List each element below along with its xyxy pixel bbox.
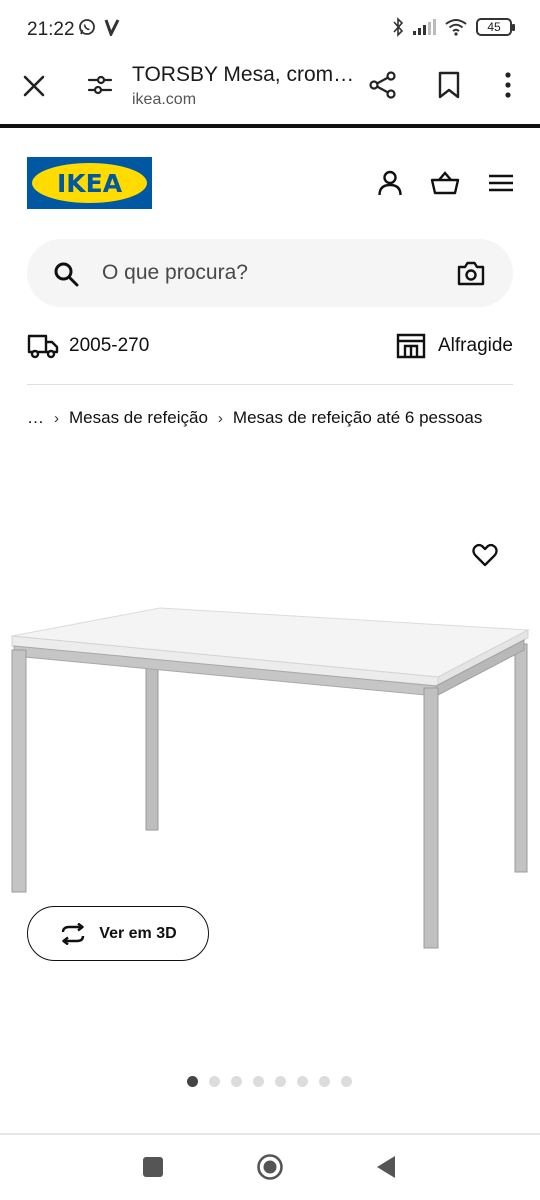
breadcrumb-ellipsis[interactable]: … [27,408,44,428]
carousel-dot[interactable] [341,1076,352,1087]
delivery-postcode[interactable]: 2005-270 [27,333,149,359]
system-nav-bar [0,1135,540,1200]
battery-icon: 45 [476,18,515,36]
truck-icon [27,334,59,359]
carousel-dot[interactable] [275,1076,286,1087]
view-3d-button[interactable]: Ver em 3D [27,906,209,961]
close-icon[interactable] [19,71,49,101]
browser-url[interactable]: ikea.com [132,91,196,109]
store-icon [396,333,426,359]
search-input[interactable]: O que procura? [27,239,513,307]
more-icon[interactable] [498,70,518,100]
heart-icon[interactable] [471,541,499,569]
wifi-icon [445,19,467,36]
carousel-dot[interactable] [209,1076,220,1087]
basket-icon[interactable] [430,168,460,198]
share-icon[interactable] [368,70,398,100]
breadcrumb-dining-tables-6[interactable]: Mesas de refeição até 6 pessoas [233,408,482,428]
status-time: 21:22 [27,19,75,40]
ikea-logo-oval: IKEA [32,163,147,203]
v-app-icon [104,19,120,36]
menu-icon[interactable] [486,168,516,198]
camera-icon[interactable] [457,260,485,286]
view-3d-label: Ver em 3D [99,924,177,942]
bluetooth-icon [393,17,404,37]
bookmark-icon[interactable] [436,70,462,100]
browser-toolbar: TORSBY Mesa, crom… ikea.com [0,58,540,126]
rotate-3d-icon [62,922,85,945]
location-divider [27,384,513,385]
chevron-right-icon: › [54,409,59,427]
ikea-logo[interactable]: IKEA [27,157,152,209]
search-placeholder: O que procura? [102,261,248,284]
profile-icon[interactable] [375,168,405,198]
ikea-logo-text: IKEA [56,168,123,198]
recents-button[interactable] [143,1157,163,1177]
home-button[interactable] [256,1153,284,1181]
signal-icon [413,19,436,35]
search-icon [54,262,79,287]
breadcrumb: … › Mesas de refeição › Mesas de refeiçã… [27,408,482,428]
chevron-right-icon: › [217,409,223,427]
store-name: Alfragide [438,335,513,356]
back-button[interactable] [375,1155,397,1179]
status-bar: 21:22 45 [0,0,540,58]
carousel-dot[interactable] [297,1076,308,1087]
postcode-text: 2005-270 [69,335,150,356]
browser-page-title[interactable]: TORSBY Mesa, crom… [132,63,352,87]
status-left-icons [78,18,120,36]
whatsapp-icon [79,19,95,35]
status-right-icons: 45 [392,17,515,37]
browser-divider [0,124,540,128]
store-selector[interactable]: Alfragide [396,333,513,359]
carousel-dot[interactable] [253,1076,264,1087]
image-carousel-dots [187,1076,352,1087]
carousel-dot[interactable] [319,1076,330,1087]
carousel-dot[interactable] [187,1076,198,1087]
carousel-dot[interactable] [231,1076,242,1087]
tune-icon[interactable] [86,71,114,99]
breadcrumb-dining-tables[interactable]: Mesas de refeição [69,408,208,428]
